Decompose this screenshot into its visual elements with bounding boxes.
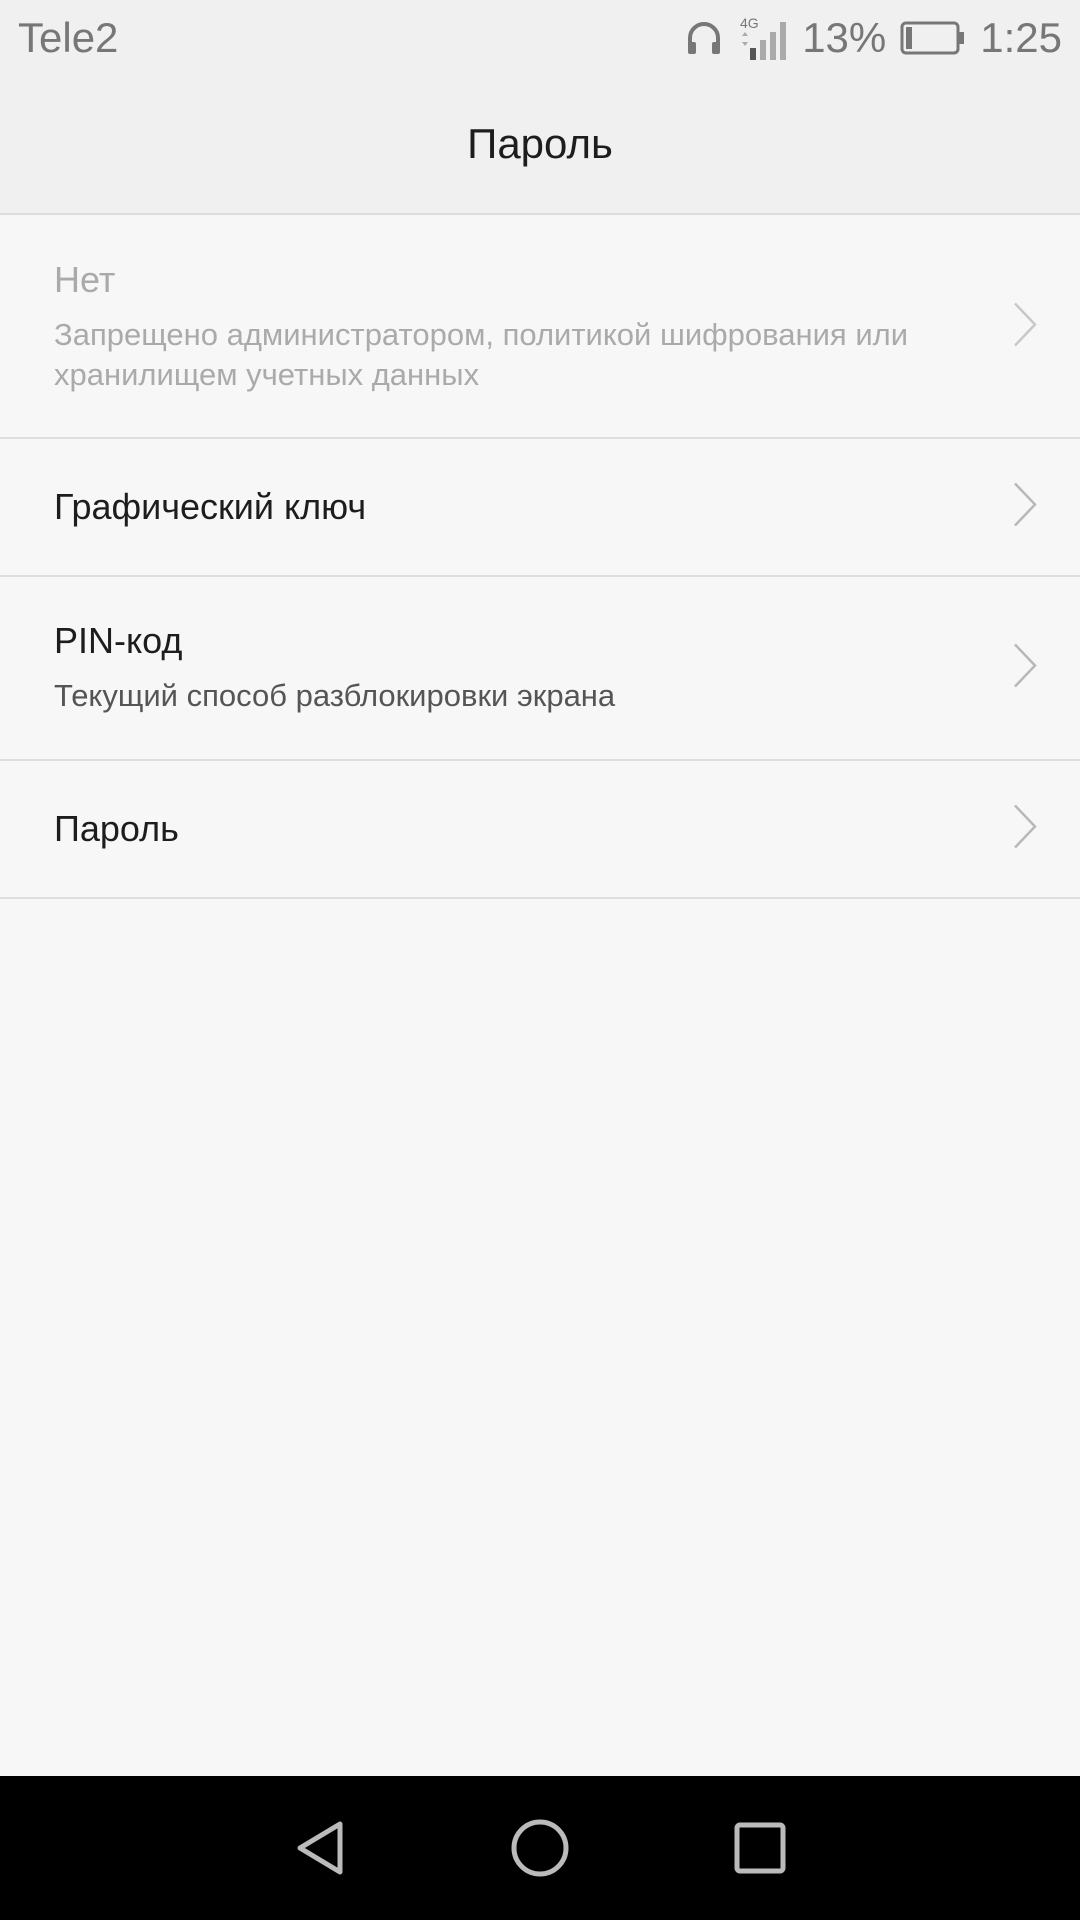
- status-bar: Tele2 4G 13% 1:25: [0, 0, 1080, 75]
- option-title: Графический ключ: [54, 486, 367, 527]
- title-bar: Пароль: [0, 75, 1080, 215]
- page-title: Пароль: [467, 120, 613, 167]
- recents-icon: [734, 1822, 786, 1874]
- option-title: Пароль: [54, 808, 179, 849]
- chevron-right-icon: [1012, 803, 1038, 856]
- chevron-right-icon: [1012, 301, 1038, 354]
- status-icons: 4G 13% 1:25: [684, 14, 1062, 62]
- option-none[interactable]: Нет Запрещено администратором, политикой…: [0, 217, 1080, 439]
- option-pattern[interactable]: Графический ключ: [0, 439, 1080, 577]
- carrier-label: Tele2: [18, 13, 119, 61]
- option-title: PIN-код: [54, 620, 183, 661]
- headphones-icon: [684, 18, 724, 58]
- battery-icon: [900, 21, 966, 55]
- battery-percent: 13%: [802, 13, 887, 61]
- clock: 1:25: [980, 13, 1062, 61]
- recents-button[interactable]: [725, 1813, 795, 1883]
- navigation-bar: [0, 1776, 1080, 1920]
- option-subtitle: Текущий способ разблокировки экрана: [54, 678, 616, 713]
- option-subtitle: Запрещено администратором, политикой шиф…: [54, 317, 909, 392]
- network-type-label: 4G: [740, 15, 759, 31]
- home-icon: [511, 1819, 569, 1877]
- chevron-right-icon: [1012, 481, 1038, 534]
- home-button[interactable]: [505, 1813, 575, 1883]
- signal-icon: 4G: [738, 14, 788, 62]
- option-password[interactable]: Пароль: [0, 761, 1080, 899]
- option-pin[interactable]: PIN-код Текущий способ разблокировки экр…: [0, 577, 1080, 761]
- option-title: Нет: [54, 259, 116, 300]
- back-icon: [297, 1821, 343, 1875]
- unlock-options-list: Нет Запрещено администратором, политикой…: [0, 217, 1080, 899]
- chevron-right-icon: [1012, 642, 1038, 695]
- back-button[interactable]: [285, 1813, 355, 1883]
